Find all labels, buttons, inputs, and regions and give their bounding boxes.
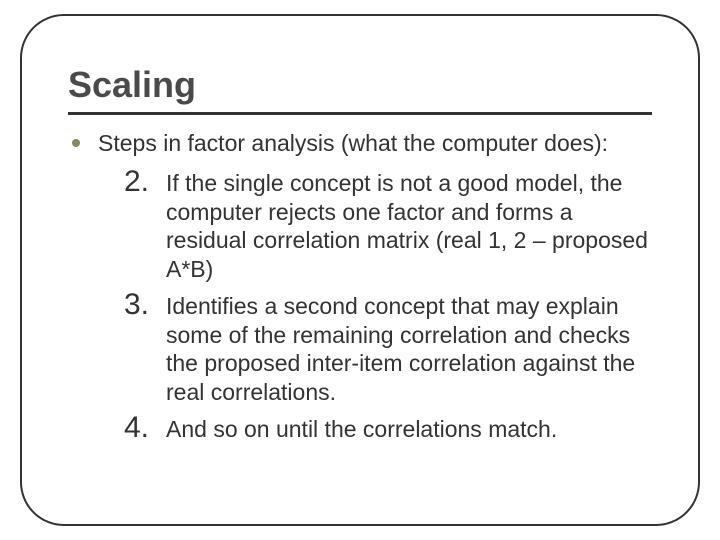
bullet-icon xyxy=(72,139,80,147)
list-item: 2. If the single concept is not a good m… xyxy=(124,165,652,284)
step-number: 3. xyxy=(124,288,154,321)
title-rule xyxy=(68,112,652,115)
steps-list: 2. If the single concept is not a good m… xyxy=(124,165,652,444)
slide-frame: Scaling Steps in factor analysis (what t… xyxy=(20,14,700,526)
lead-text: Steps in factor analysis (what the compu… xyxy=(98,129,608,159)
step-number: 4. xyxy=(124,411,154,444)
lead-row: Steps in factor analysis (what the compu… xyxy=(68,129,652,159)
step-text: And so on until the correlations match. xyxy=(166,411,557,444)
list-item: 3. Identifies a second concept that may … xyxy=(124,288,652,407)
slide-title: Scaling xyxy=(68,64,652,106)
step-number: 2. xyxy=(124,165,154,198)
list-item: 4. And so on until the correlations matc… xyxy=(124,411,652,444)
step-text: If the single concept is not a good mode… xyxy=(166,165,652,284)
step-text: Identifies a second concept that may exp… xyxy=(166,288,652,407)
slide: Scaling Steps in factor analysis (what t… xyxy=(0,0,720,540)
